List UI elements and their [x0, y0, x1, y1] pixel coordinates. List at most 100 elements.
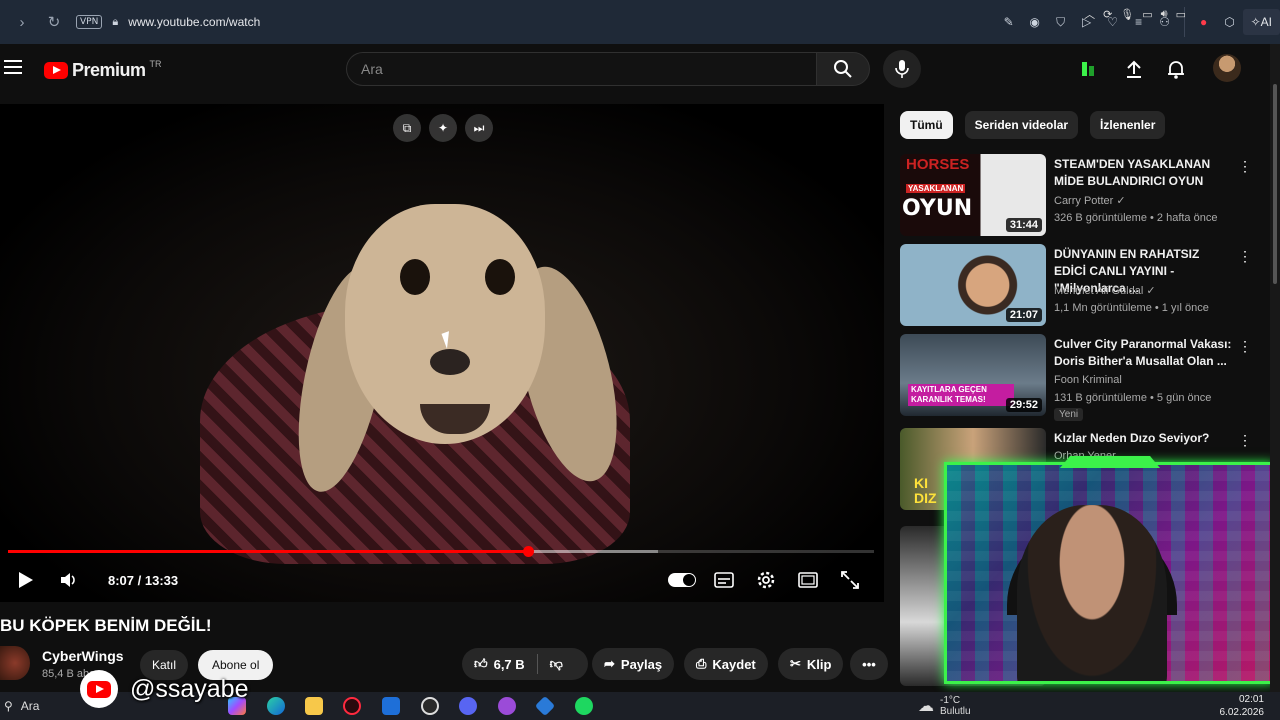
- recommendation-title[interactable]: STEAM'DEN YASAKLANAN MİDE BULANDIRICI OY…: [1054, 156, 1234, 190]
- recommendation-item[interactable]: HORSES YASAKLANAN OYUN 31:44 STEAM'DEN Y…: [900, 154, 1260, 238]
- channel-avatar[interactable]: [0, 646, 30, 680]
- sync-icon[interactable]: ⟳: [1103, 8, 1112, 21]
- clip-label: Klip: [806, 656, 832, 672]
- bookmark-icon: ⎙: [696, 656, 707, 671]
- ai-button[interactable]: ✧AI: [1242, 9, 1280, 35]
- youtube-logo[interactable]: Premium TR: [44, 59, 162, 81]
- video-title: BU KÖPEK BENİM DEĞİL!: [0, 616, 212, 635]
- camera-icon[interactable]: ◉: [1022, 15, 1048, 29]
- video-scene-eye: [485, 259, 515, 295]
- search-button[interactable]: [816, 52, 870, 86]
- streamer-watermark: @ssayabe: [80, 670, 249, 708]
- app-icon[interactable]: [498, 697, 516, 715]
- search-box[interactable]: [346, 52, 816, 86]
- weather-widget[interactable]: ☁ -1°C Bulutlu: [918, 692, 971, 720]
- app-icon[interactable]: [534, 695, 556, 717]
- progress-scrubber[interactable]: [522, 546, 534, 557]
- recommendation-channel[interactable]: Carry Potter ✓: [1054, 194, 1126, 207]
- video-scene-eye: [400, 259, 430, 295]
- channel-label: Mehmet Ali Güldal: [1054, 285, 1144, 297]
- save-button[interactable]: ⎙ Kaydet: [684, 648, 768, 680]
- account-avatar[interactable]: [1213, 54, 1241, 82]
- recommendation-channel[interactable]: Mehmet Ali Güldal ✓: [1054, 284, 1156, 297]
- obs-icon[interactable]: [421, 697, 439, 715]
- clip-button[interactable]: ✂ Klip: [778, 648, 844, 680]
- player-overlay-buttons: ⧉ ✦ ⏭︎: [393, 114, 493, 142]
- video-thumbnail[interactable]: KAYITLARA GEÇEN KARANLIK TEMAS! 29:52: [900, 334, 1046, 416]
- edit-icon[interactable]: ✎: [996, 15, 1022, 29]
- cloud-icon: ☁: [918, 697, 934, 715]
- vpn-badge[interactable]: VPN: [76, 15, 103, 29]
- discord-icon[interactable]: [459, 697, 477, 715]
- forward-icon[interactable]: ›: [10, 14, 34, 31]
- chevron-up-icon[interactable]: ︿: [1084, 6, 1095, 22]
- system-clock[interactable]: 02:01 6.02.2026: [1220, 693, 1265, 719]
- more-vertical-icon[interactable]: ⋮: [1238, 432, 1252, 449]
- progress-bar[interactable]: [8, 546, 874, 557]
- battery-icon[interactable]: ▭: [1176, 8, 1186, 21]
- studio-icon[interactable]: [1073, 54, 1103, 84]
- scrollbar-thumb[interactable]: [1273, 84, 1277, 284]
- miniplayer-icon[interactable]: ⧉: [393, 114, 421, 142]
- volume-button[interactable]: [56, 566, 80, 594]
- video-player[interactable]: ⧉ ✦ ⏭︎ 8:07 / 13:33: [0, 104, 884, 602]
- more-vertical-icon[interactable]: ⋮: [1238, 338, 1252, 355]
- like-count[interactable]: 6,7 B: [494, 657, 525, 672]
- upload-button[interactable]: [1119, 54, 1149, 84]
- lock-icon[interactable]: 🔒︎: [112, 16, 118, 29]
- chip-watched[interactable]: İzlenenler: [1090, 111, 1166, 139]
- video-thumbnail[interactable]: 21:07: [900, 244, 1046, 326]
- more-vertical-icon[interactable]: ⋮: [1238, 158, 1252, 175]
- recommendation-item[interactable]: 21:07 DÜNYANIN EN RAHATSIZ EDİCİ CANLI Y…: [900, 244, 1260, 328]
- thumbs-up-icon[interactable]: 👍︎: [474, 656, 488, 672]
- play-button[interactable]: [14, 566, 38, 594]
- cube-icon[interactable]: ⬡: [1217, 15, 1243, 29]
- verified-icon: ✓: [1116, 195, 1126, 207]
- autoplay-toggle[interactable]: [668, 573, 696, 587]
- thumbs-down-icon[interactable]: 👎︎: [550, 656, 563, 672]
- shield-icon[interactable]: ⛉: [1048, 15, 1074, 30]
- theater-button[interactable]: [796, 566, 820, 594]
- settings-button[interactable]: [754, 566, 778, 594]
- subtitles-icon: [714, 572, 734, 588]
- share-button[interactable]: ➦ Paylaş: [592, 648, 675, 680]
- spotify-icon[interactable]: [575, 697, 593, 715]
- chip-all[interactable]: Tümü: [900, 111, 953, 139]
- volume-icon[interactable]: 🔊︎: [1161, 8, 1168, 21]
- reload-icon[interactable]: ↻: [42, 13, 66, 31]
- video-scene-nose: [430, 349, 470, 375]
- recommendation-meta: 1,1 Mn görüntüleme • 1 yıl önce: [1054, 302, 1209, 314]
- recommendation-meta: 326 B görüntüleme • 2 hafta önce: [1054, 212, 1218, 224]
- bell-icon: [1168, 61, 1184, 79]
- recommendation-title[interactable]: Culver City Paranormal Vakası: Doris Bit…: [1054, 336, 1234, 370]
- edge-icon[interactable]: [267, 697, 285, 715]
- youtube-play-icon: [44, 62, 68, 79]
- address-bar[interactable]: www.youtube.com/watch: [128, 15, 260, 29]
- page-scrollbar[interactable]: [1270, 44, 1280, 692]
- channel-name[interactable]: CyberWings: [42, 648, 124, 664]
- more-actions-button[interactable]: •••: [850, 648, 888, 680]
- subtitles-button[interactable]: [712, 566, 736, 594]
- opera-extension-icon[interactable]: ●: [1191, 15, 1217, 29]
- skip-icon[interactable]: ⏭︎: [465, 114, 493, 142]
- search-icon: [834, 60, 852, 78]
- video-thumbnail[interactable]: HORSES YASAKLANAN OYUN 31:44: [900, 154, 1046, 236]
- video-duration: 29:52: [1005, 398, 1042, 412]
- opera-gx-icon[interactable]: [343, 697, 361, 715]
- fullscreen-button[interactable]: [838, 566, 862, 594]
- sparkle-icon[interactable]: ✦: [429, 114, 457, 142]
- file-explorer-icon[interactable]: [305, 697, 323, 715]
- recommendation-title[interactable]: Kızlar Neden Dızo Seviyor?: [1054, 430, 1234, 447]
- recommendation-item[interactable]: KAYITLARA GEÇEN KARANLIK TEMAS! 29:52 Cu…: [900, 334, 1260, 421]
- system-tray: ︿ ⟳ 🎙︎ ▭ 🔊︎ ▭: [1084, 0, 1186, 28]
- voice-search-button[interactable]: [883, 50, 921, 88]
- mail-icon[interactable]: [382, 697, 400, 715]
- menu-icon[interactable]: [4, 60, 22, 74]
- display-icon[interactable]: ▭: [1142, 8, 1152, 21]
- notifications-button[interactable]: [1161, 54, 1191, 84]
- chip-series[interactable]: Seriden videolar: [964, 111, 1079, 139]
- more-vertical-icon[interactable]: ⋮: [1238, 248, 1252, 265]
- search-input[interactable]: [347, 53, 816, 85]
- recommendation-channel[interactable]: Foon Kriminal: [1054, 374, 1122, 386]
- microphone-icon[interactable]: 🎙︎: [1120, 8, 1134, 21]
